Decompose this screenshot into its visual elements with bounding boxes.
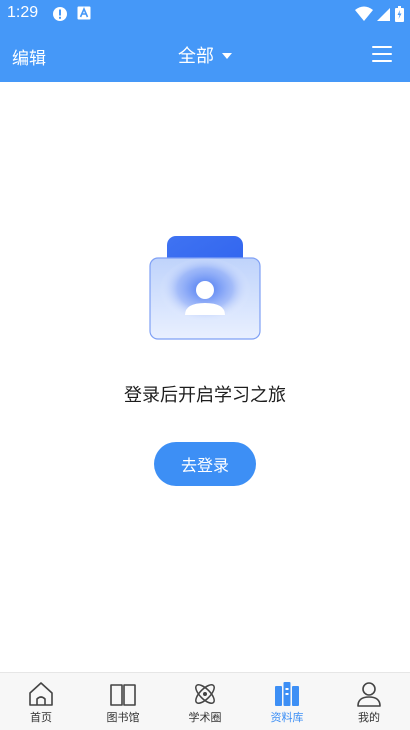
home-icon (29, 682, 53, 706)
caret-down-icon (222, 53, 232, 59)
tab-academic-circle[interactable]: 学术圈 (164, 673, 246, 730)
tab-home[interactable]: 首页 (0, 673, 82, 730)
tab-data-library[interactable]: 资料库 (246, 673, 328, 730)
alert-icon (53, 7, 67, 21)
user-card-icon (149, 236, 261, 340)
status-icons (355, 5, 404, 23)
battery-icon (395, 6, 404, 22)
tab-label-library: 图书馆 (106, 711, 140, 724)
bottom-tab-bar: 首页 图书馆 学术圈 资料库 我的 (0, 672, 410, 730)
tab-label-academic-circle: 学术圈 (188, 711, 222, 724)
atom-icon (195, 684, 215, 704)
tab-label-me: 我的 (358, 711, 380, 724)
book-icon (110, 684, 136, 706)
tab-label-home: 首页 (30, 711, 52, 724)
user-icon (357, 682, 381, 707)
filter-label: 全部 (178, 46, 214, 67)
a-letter-icon (77, 6, 91, 20)
app-header: 编辑 全部 (0, 28, 410, 82)
login-button[interactable]: 去登录 (154, 442, 256, 486)
hamburger-menu-icon[interactable] (372, 46, 392, 64)
tab-library[interactable]: 图书馆 (82, 673, 164, 730)
wifi-icon (355, 6, 373, 21)
library-icon (275, 682, 299, 706)
status-time: 1:29 (7, 4, 39, 21)
filter-dropdown[interactable]: 全部 (0, 42, 410, 68)
status-bar: 1:29 (0, 0, 410, 28)
signal-icon (377, 8, 390, 21)
tab-me[interactable]: 我的 (328, 673, 410, 730)
tab-label-data-library: 资料库 (270, 711, 304, 724)
empty-state-message: 登录后开启学习之旅 (124, 385, 286, 406)
